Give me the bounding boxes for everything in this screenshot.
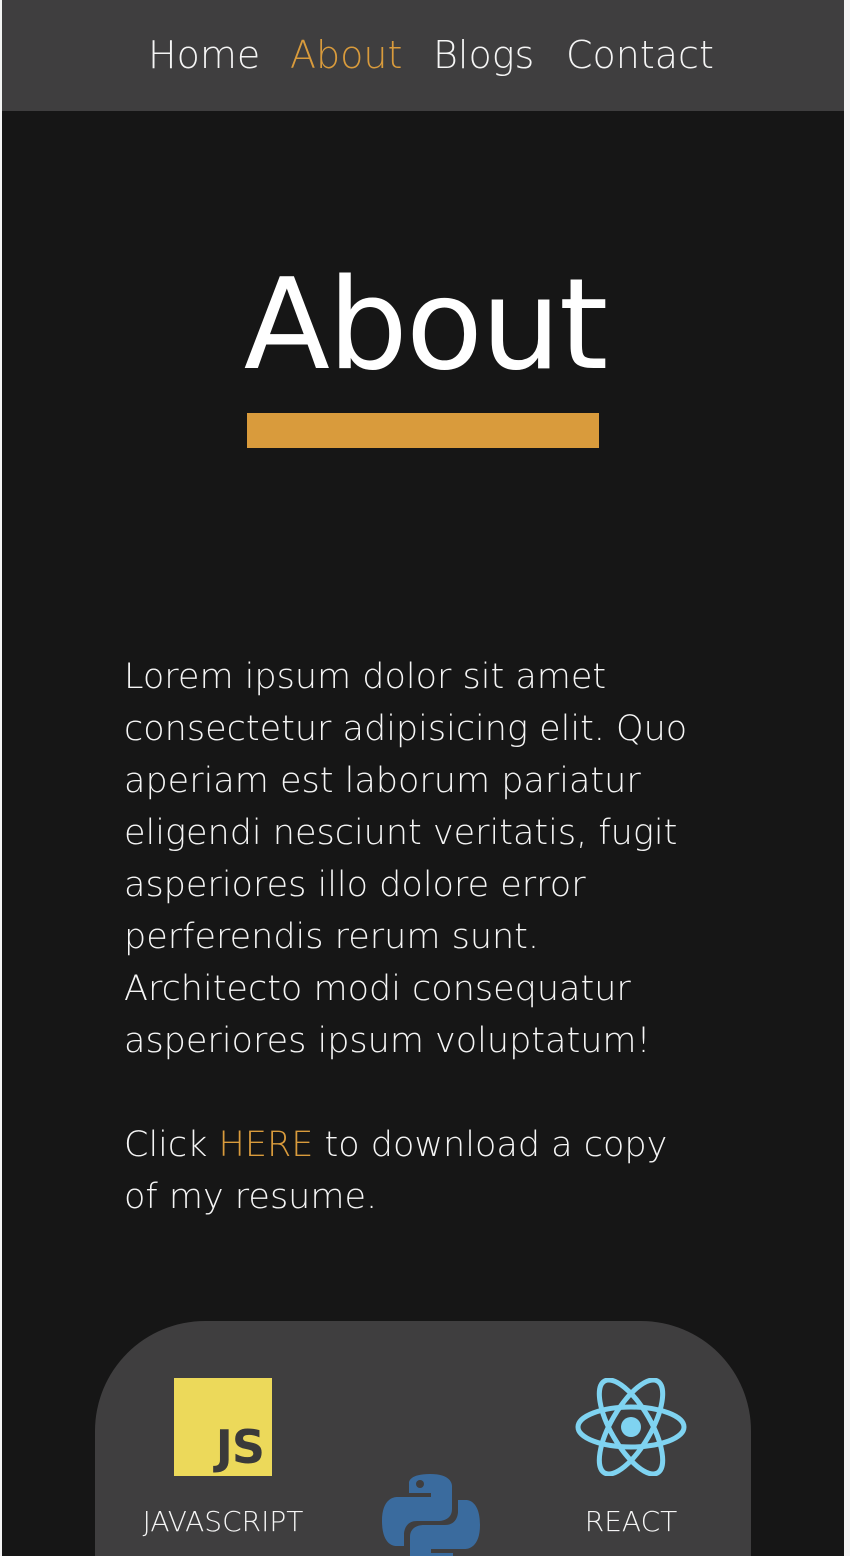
skill-label-javascript: JAVASCRIPT: [142, 1505, 304, 1538]
react-icon: [575, 1378, 687, 1476]
page-title: About: [243, 251, 609, 398]
about-page: Home About Blogs Contact About Lorem ips…: [0, 0, 850, 1556]
title-underline: [247, 413, 599, 448]
nav-link-contact[interactable]: Contact: [566, 31, 714, 79]
about-paragraph: Lorem ipsum dolor sit amet consectetur a…: [124, 657, 688, 1061]
frame-border-left: [0, 0, 2, 1556]
top-navbar: Home About Blogs Contact: [2, 0, 844, 111]
nav-link-home[interactable]: Home: [148, 31, 260, 79]
resume-prefix: Click: [124, 1125, 219, 1165]
python-icon-eye: [416, 1480, 424, 1488]
skill-label-react: REACT: [584, 1505, 678, 1538]
frame-border-right: [844, 0, 850, 1556]
resume-download-link[interactable]: HERE: [219, 1125, 314, 1165]
javascript-badge-text: JS: [215, 1420, 265, 1474]
nav-link-blogs[interactable]: Blogs: [433, 31, 534, 79]
resume-line: Click HERE to download a copy of my resu…: [124, 1119, 704, 1223]
nav-link-about[interactable]: About: [290, 31, 402, 79]
about-content: Lorem ipsum dolor sit amet consectetur a…: [124, 651, 704, 1223]
react-nucleus: [621, 1417, 641, 1437]
python-icon: [382, 1474, 480, 1556]
javascript-icon: JS: [174, 1378, 272, 1476]
